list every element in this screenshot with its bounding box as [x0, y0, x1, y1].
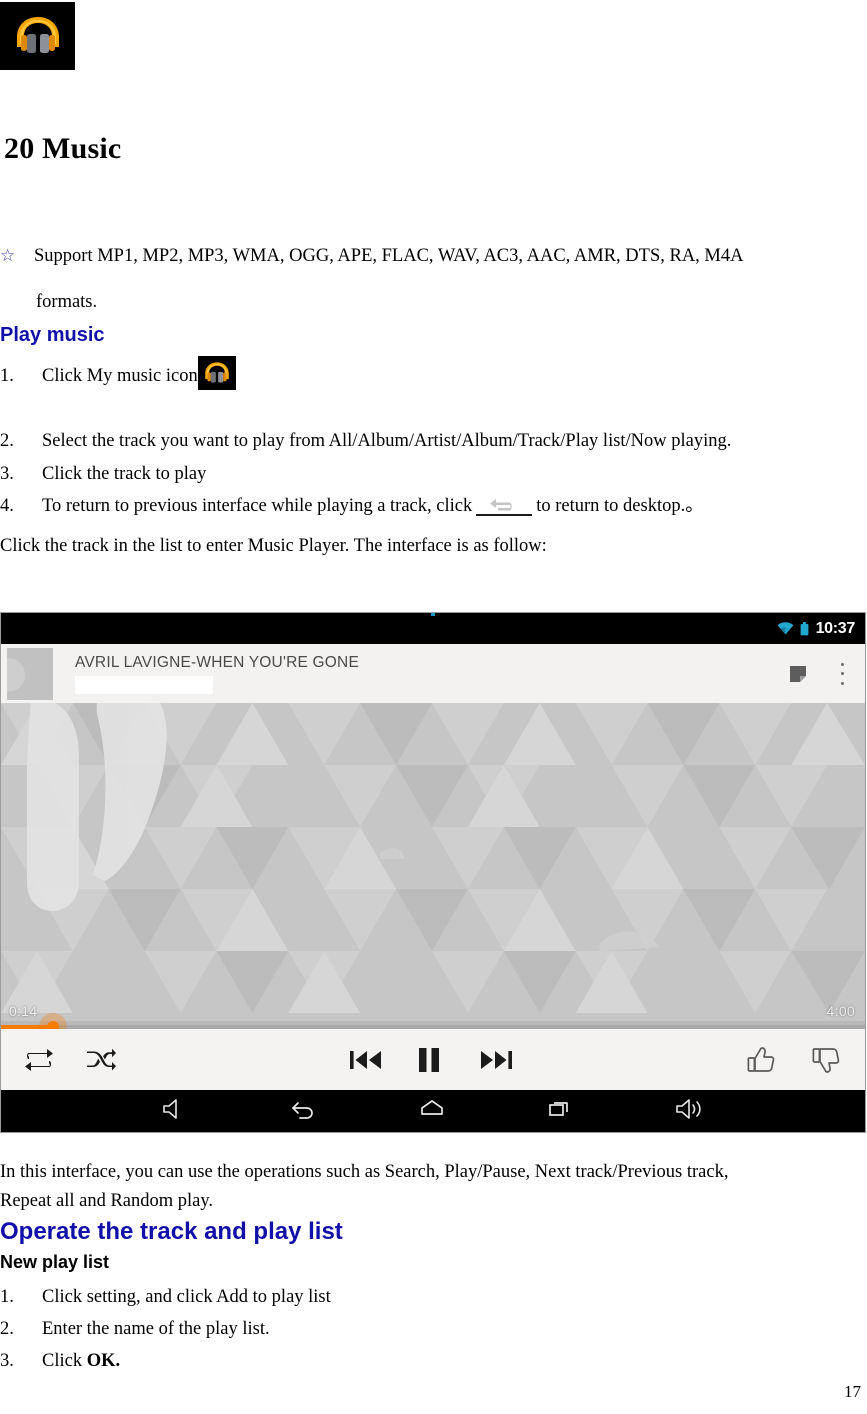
music-player-screenshot: 10:37 AVRIL LAVIGNE-WHEN YOU'RE GONE 0:1…: [0, 612, 866, 1133]
track-artist: [75, 675, 213, 694]
overflow-dot: [840, 681, 844, 685]
shuffle-button[interactable]: [86, 1048, 116, 1072]
track-title: AVRIL LAVIGNE-WHEN YOU'RE GONE: [75, 653, 359, 671]
player-app-bar: AVRIL LAVIGNE-WHEN YOU'RE GONE: [1, 644, 865, 703]
supported-formats-continuation: formats.: [36, 292, 98, 312]
shuffle-icon: [87, 1048, 116, 1070]
heading-new-play-list: New play list: [0, 1252, 110, 1272]
overflow-menu-icon[interactable]: [833, 662, 851, 685]
back-button[interactable]: [290, 1097, 318, 1126]
app-bar-actions: [787, 662, 851, 685]
overflow-dot: [840, 662, 844, 666]
thumbs-up-button[interactable]: [746, 1046, 776, 1074]
album-thumbnail[interactable]: [7, 647, 53, 700]
battery-icon: [800, 621, 808, 635]
supported-formats-text: Support MP1, MP2, MP3, WMA, OGG, APE, FL…: [34, 246, 744, 266]
screenshot-top-marker: [431, 613, 435, 616]
list-item-label: Click the track to play: [42, 464, 207, 484]
list-item: 4. To return to previous interface while …: [0, 494, 704, 517]
overflow-dot: [840, 672, 844, 675]
headphones-icon: [204, 362, 229, 383]
back-icon: [291, 1101, 313, 1119]
volume-up-icon: [675, 1098, 701, 1119]
list-item-label: Click My music icon: [42, 366, 198, 386]
next-track-button[interactable]: [479, 1049, 513, 1071]
recent-apps-button[interactable]: [546, 1097, 574, 1126]
pause-button[interactable]: [416, 1046, 442, 1074]
list-item: 2. Select the track you want to play from…: [0, 430, 731, 452]
my-music-icon[interactable]: [197, 356, 236, 390]
volume-up-button[interactable]: [675, 1097, 705, 1126]
list-item-number: 2.: [0, 431, 14, 451]
back-arrow-icon: [490, 499, 512, 511]
list-item: 1. Click setting, and click Add to play l…: [0, 1286, 331, 1308]
list-item-label: Click: [42, 1351, 87, 1371]
list-item-number: 1.: [0, 1287, 14, 1307]
playback-controls: [1, 1029, 865, 1091]
list-item-emphasis: OK.: [86, 1351, 121, 1371]
elapsed-time: 0:14: [9, 1003, 38, 1019]
recent-apps-icon: [549, 1101, 569, 1116]
total-time: 4:00: [826, 1003, 855, 1019]
list-item-number: 4.: [0, 496, 14, 516]
list-item-number: 3.: [0, 1351, 14, 1371]
back-button-icon[interactable]: [476, 494, 533, 516]
list-item-label: To return to previous interface while pl…: [42, 496, 473, 516]
back-chip-underline: [476, 514, 533, 516]
list-item-number: 2.: [0, 1319, 14, 1339]
home-icon: [421, 1099, 443, 1115]
android-nav-bar: [1, 1090, 865, 1132]
list-item-number: 1.: [0, 366, 14, 386]
heading-play-music: Play music: [0, 324, 105, 346]
previous-icon: [350, 1050, 381, 1069]
queue-icon[interactable]: [787, 663, 809, 685]
page-title: 20 Music: [4, 132, 122, 165]
list-item-label: Click setting, and click Add to play lis…: [42, 1287, 331, 1307]
repeat-icon: [25, 1048, 53, 1071]
wifi-icon: [777, 622, 793, 635]
pause-icon: [419, 1047, 439, 1072]
volume-down-button[interactable]: [161, 1097, 189, 1126]
list-item: 2. Enter the name of the play list.: [0, 1318, 270, 1340]
supported-formats-bullet: ☆ Support MP1, MP2, MP3, WMA, OGG, APE, F…: [0, 245, 860, 267]
star-bullet-icon: ☆: [0, 246, 16, 265]
page-number: 17: [844, 1382, 861, 1401]
home-button[interactable]: [418, 1097, 446, 1126]
next-icon: [481, 1050, 512, 1069]
list-item-label-suffix: to return to desktop.。: [536, 496, 704, 516]
enter-player-paragraph: Click the track in the list to enter Mus…: [0, 536, 547, 556]
volume-down-icon: [163, 1098, 177, 1119]
heading-operate-track-playlist: Operate the track and play list: [0, 1218, 343, 1245]
thumbs-down-icon: [812, 1047, 840, 1073]
thumbs-up-icon: [747, 1046, 775, 1072]
list-item: 1. Click My music icon: [0, 356, 236, 390]
album-art-pattern: [1, 703, 865, 1025]
previous-track-button[interactable]: [349, 1049, 383, 1071]
operations-paragraph-line2: Repeat all and Random play.: [0, 1191, 214, 1211]
repeat-button[interactable]: [23, 1048, 55, 1072]
thumbs-down-button[interactable]: [811, 1046, 841, 1074]
list-item: 3. Click OK.: [0, 1350, 120, 1372]
headphones-icon: [16, 17, 59, 53]
status-bar-clock: 10:37: [815, 619, 856, 637]
android-status-bar: 10:37: [1, 613, 865, 644]
operations-paragraph-line1: In this interface, you can use the opera…: [0, 1162, 729, 1182]
list-item: 3. Click the track to play: [0, 463, 206, 485]
list-item-label: Select the track you want to play from A…: [42, 431, 732, 451]
track-meta: AVRIL LAVIGNE-WHEN YOU'RE GONE: [75, 654, 787, 694]
list-item-number: 3.: [0, 464, 14, 484]
play-music-app-icon: [0, 2, 75, 70]
album-art[interactable]: 0:14 4:00: [1, 703, 865, 1025]
list-item-label: Enter the name of the play list.: [42, 1319, 270, 1339]
